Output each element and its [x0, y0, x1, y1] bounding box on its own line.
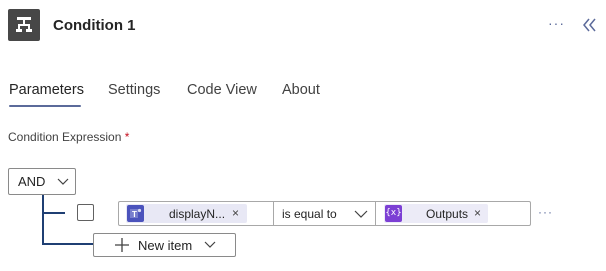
- remove-left-token-button[interactable]: ×: [232, 206, 239, 220]
- row-divider: [273, 201, 274, 226]
- chevron-down-icon: [354, 210, 368, 218]
- new-item-label: New item: [138, 238, 193, 253]
- condition-action-icon: [8, 9, 40, 41]
- tab-settings[interactable]: Settings: [108, 81, 160, 99]
- tree-line-branch-new: [42, 243, 94, 245]
- chevron-down-icon: [57, 178, 69, 185]
- collapse-panel-button[interactable]: [580, 15, 600, 35]
- row-more-options-button[interactable]: ···: [538, 206, 553, 218]
- tree-line-branch-row: [42, 212, 65, 214]
- row-divider: [375, 201, 376, 226]
- group-operator-dropdown[interactable]: AND: [8, 168, 76, 195]
- left-operand-label: displayN...: [169, 207, 226, 221]
- tab-about[interactable]: About: [282, 81, 320, 99]
- chevron-down-icon: [204, 241, 216, 248]
- operator-dropdown[interactable]: is equal to: [282, 207, 337, 221]
- remove-right-token-button[interactable]: ×: [474, 206, 481, 220]
- condition-expression-label: Condition Expression *: [8, 130, 129, 144]
- tree-line-vertical: [42, 195, 44, 244]
- condition-expression-text: Condition Expression: [8, 130, 122, 144]
- action-title[interactable]: Condition 1: [53, 17, 136, 35]
- row-select-checkbox[interactable]: [77, 204, 94, 221]
- tab-code-view[interactable]: Code View: [187, 81, 257, 99]
- expression-icon-glyph: {x}: [385, 208, 402, 218]
- new-item-button[interactable]: New item: [93, 233, 236, 257]
- svg-text:T: T: [132, 210, 137, 219]
- double-chevron-left-icon: [583, 18, 596, 32]
- right-operand-label: Outputs: [426, 207, 469, 221]
- teams-icon: T: [127, 205, 144, 222]
- group-operator-value: AND: [18, 174, 46, 189]
- tab-parameters[interactable]: Parameters: [9, 81, 84, 99]
- more-options-button[interactable]: ···: [548, 16, 565, 30]
- required-marker: *: [124, 130, 130, 144]
- active-tab-indicator: [9, 105, 81, 107]
- expression-icon: {x}: [385, 205, 402, 222]
- plus-icon: [115, 238, 129, 252]
- condition-flowchart-icon: [16, 17, 32, 32]
